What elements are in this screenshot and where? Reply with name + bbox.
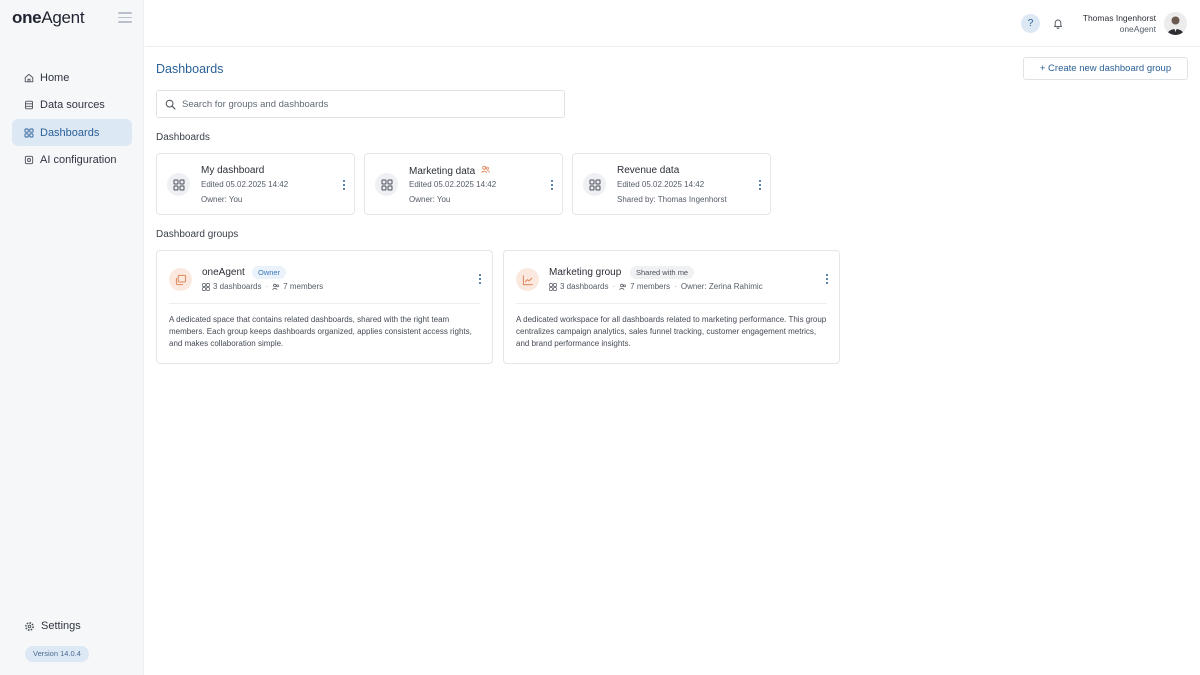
ai-chip-icon (24, 155, 34, 165)
dashboards-section-title: Dashboards (156, 132, 210, 143)
folder-stack-icon (169, 268, 192, 291)
dashboard-name: Revenue data (617, 165, 680, 176)
dashboard-owner: Shared by: Thomas Ingenhorst (617, 195, 727, 204)
group-description: A dedicated space that contains related … (169, 315, 472, 348)
sidebar-item-label: AI configuration (40, 154, 117, 166)
group-meta: 3 dashboards · 7 members (202, 282, 323, 291)
dashboard-card-marketing-data[interactable]: Marketing data Edited 05.02.2025 14:42 O… (364, 153, 563, 215)
owner-badge: Owner (252, 266, 287, 279)
group-name: Marketing group (549, 267, 622, 278)
card-divider (169, 303, 480, 304)
dashboard-name-text: Marketing data (409, 166, 476, 177)
dashboard-card-revenue-data[interactable]: Revenue data Edited 05.02.2025 14:42 Sha… (572, 153, 771, 215)
sidebar-item-ai-configuration[interactable]: AI configuration (12, 147, 132, 174)
user-avatar-icon (1164, 12, 1187, 35)
sidebar-nav: Home Data sources Dashboards AI configur… (12, 64, 132, 174)
page-title: Dashboards (156, 62, 224, 76)
users-icon (272, 283, 280, 291)
more-options-icon[interactable] (822, 271, 832, 287)
group-card-marketing-group[interactable]: Marketing group Shared with me 3 dashboa… (503, 250, 840, 364)
dashboard-edited: Edited 05.02.2025 14:42 (201, 180, 289, 189)
app-logo[interactable]: oneAgent (12, 8, 85, 28)
group-member-count: 7 members (283, 282, 324, 291)
create-dashboard-group-button[interactable]: + Create new dashboard group (1023, 57, 1188, 80)
sidebar-item-settings[interactable]: Settings (24, 620, 81, 632)
grid-icon (549, 282, 557, 291)
group-description: A dedicated workspace for all dashboards… (516, 315, 827, 348)
sidebar-item-label: Dashboards (40, 126, 100, 139)
dashboard-edited: Edited 05.02.2025 14:42 (617, 180, 705, 189)
more-options-icon[interactable] (475, 271, 485, 287)
trend-chart-icon (516, 268, 539, 291)
home-icon (24, 73, 34, 83)
dashboard-edited: Edited 05.02.2025 14:42 (409, 180, 497, 189)
dashboard-grid-icon (375, 173, 398, 196)
bell-icon (1053, 19, 1063, 29)
gear-icon (24, 621, 35, 632)
users-icon (481, 165, 490, 173)
avatar[interactable] (1164, 12, 1187, 35)
top-bar: ? Thomas Ingenhorst oneAgent (145, 0, 1200, 47)
users-icon (619, 283, 627, 291)
user-organization: oneAgent (1119, 24, 1156, 34)
more-options-icon[interactable] (547, 177, 557, 193)
version-badge: Version 14.0.4 (25, 646, 89, 662)
logo-bold-text: one (12, 8, 42, 27)
sidebar-item-dashboards[interactable]: Dashboards (12, 119, 132, 146)
notification-button[interactable] (1050, 15, 1066, 31)
group-dashboard-count: 3 dashboards (560, 282, 609, 291)
shared-badge: Shared with me (630, 266, 695, 279)
sidebar-item-data-sources[interactable]: Data sources (12, 92, 132, 119)
group-card-oneagent[interactable]: oneAgent Owner 3 dashboards · 7 members … (156, 250, 493, 364)
dashboard-name: Marketing data (409, 165, 490, 177)
dashboard-owner: Owner: You (409, 195, 451, 204)
group-dashboard-count: 3 dashboards (213, 282, 262, 291)
search-input[interactable] (182, 98, 542, 110)
menu-toggle-icon[interactable] (118, 12, 132, 24)
card-divider (516, 303, 827, 304)
sidebar-item-home[interactable]: Home (12, 64, 132, 91)
dashboard-grid-icon (167, 173, 190, 196)
sidebar: oneAgent Home Data sources Dashboards AI… (0, 0, 144, 675)
settings-label: Settings (41, 620, 81, 632)
grid-icon (24, 128, 34, 138)
dashboard-grid-icon (583, 173, 606, 196)
grid-icon (202, 282, 210, 291)
help-button[interactable]: ? (1021, 14, 1040, 33)
more-options-icon[interactable] (339, 177, 349, 193)
dashboard-card-my-dashboard[interactable]: My dashboard Edited 05.02.2025 14:42 Own… (156, 153, 355, 215)
group-name: oneAgent (202, 267, 245, 278)
dashboard-owner: Owner: You (201, 195, 243, 204)
dashboard-name: My dashboard (201, 165, 265, 176)
logo-thin-text: Agent (41, 8, 85, 27)
database-icon (24, 100, 34, 110)
group-meta: 3 dashboards · 7 members · Owner: Zerina… (549, 282, 763, 291)
sidebar-item-label: Home (40, 71, 70, 84)
group-member-count: 7 members (630, 282, 671, 291)
sidebar-item-label: Data sources (40, 99, 105, 111)
group-owner: Owner: Zerina Rahimic (680, 282, 763, 291)
dashboard-groups-section-title: Dashboard groups (156, 229, 239, 240)
more-options-icon[interactable] (755, 177, 765, 193)
search-box[interactable] (156, 90, 565, 118)
user-name: Thomas Ingenhorst (1082, 13, 1156, 23)
search-icon (165, 99, 176, 110)
